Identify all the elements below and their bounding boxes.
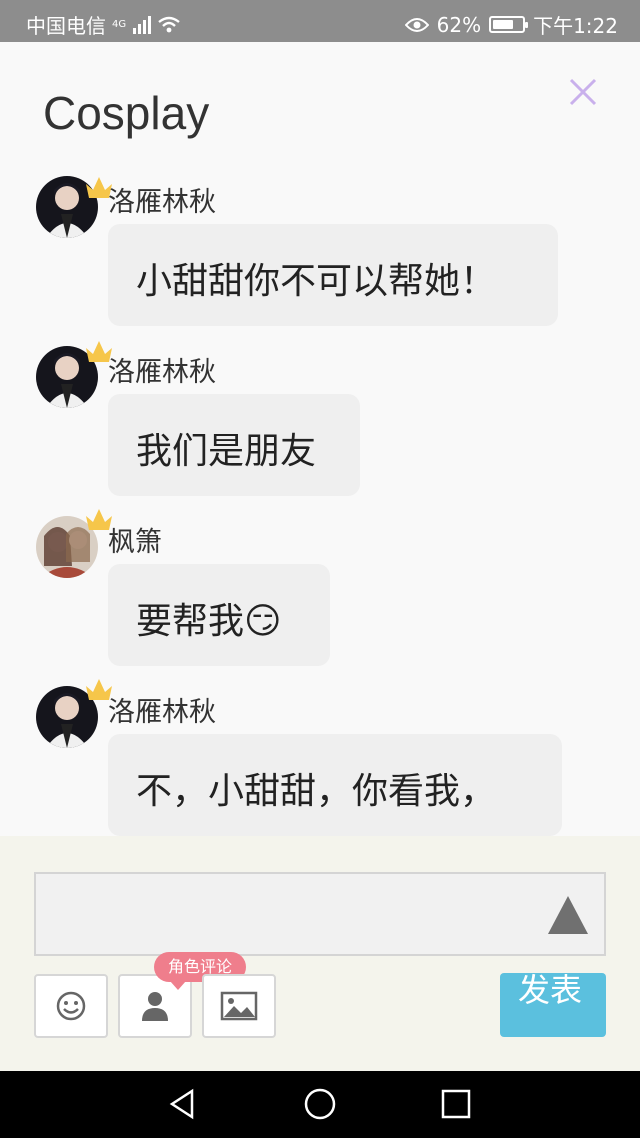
sender-name: 枫箫 bbox=[108, 527, 162, 558]
status-left: 中国电信 4G bbox=[26, 10, 181, 39]
recents-icon[interactable] bbox=[439, 1087, 473, 1121]
clock: 下午1:22 bbox=[533, 14, 618, 38]
message-bubble: 我们是朋友 bbox=[108, 394, 360, 496]
page-title: Cosplay bbox=[43, 87, 210, 139]
battery-percent: 62% bbox=[436, 12, 482, 37]
close-icon[interactable] bbox=[563, 72, 603, 112]
sender-name: 洛雁林秋 bbox=[108, 697, 216, 728]
nav-bar bbox=[0, 1071, 640, 1138]
send-button[interactable]: 发表 bbox=[500, 973, 606, 1037]
composer-bar: 角色评论 发表 bbox=[0, 836, 640, 1071]
wifi-icon bbox=[158, 16, 180, 32]
emoji-button[interactable] bbox=[34, 974, 108, 1038]
signal-icon bbox=[133, 15, 152, 34]
message-bubble: 不，小甜甜，你看我， bbox=[108, 734, 562, 836]
battery-icon bbox=[489, 16, 529, 33]
message-bubble: 小甜甜你不可以帮她！ bbox=[108, 224, 558, 326]
status-bar: 中国电信 4G 62% 下午1:22 bbox=[0, 0, 640, 42]
status-right: 62% 下午1:22 bbox=[404, 10, 618, 39]
eye-icon bbox=[404, 17, 429, 32]
sender-name: 洛雁林秋 bbox=[108, 357, 216, 388]
message-input[interactable] bbox=[34, 872, 606, 956]
user-icon bbox=[142, 992, 168, 1021]
image-icon bbox=[220, 991, 258, 1021]
triangle-up-icon[interactable] bbox=[546, 894, 590, 936]
image-button[interactable] bbox=[202, 974, 276, 1038]
back-icon[interactable] bbox=[166, 1087, 200, 1121]
home-icon[interactable] bbox=[303, 1087, 337, 1121]
sender-name: 洛雁林秋 bbox=[108, 187, 216, 218]
message-bubble: 要帮我😏 bbox=[108, 564, 330, 666]
smiley-icon bbox=[56, 991, 86, 1021]
carrier-label: 中国电信 bbox=[26, 14, 106, 38]
network-type: 4G bbox=[112, 18, 127, 30]
